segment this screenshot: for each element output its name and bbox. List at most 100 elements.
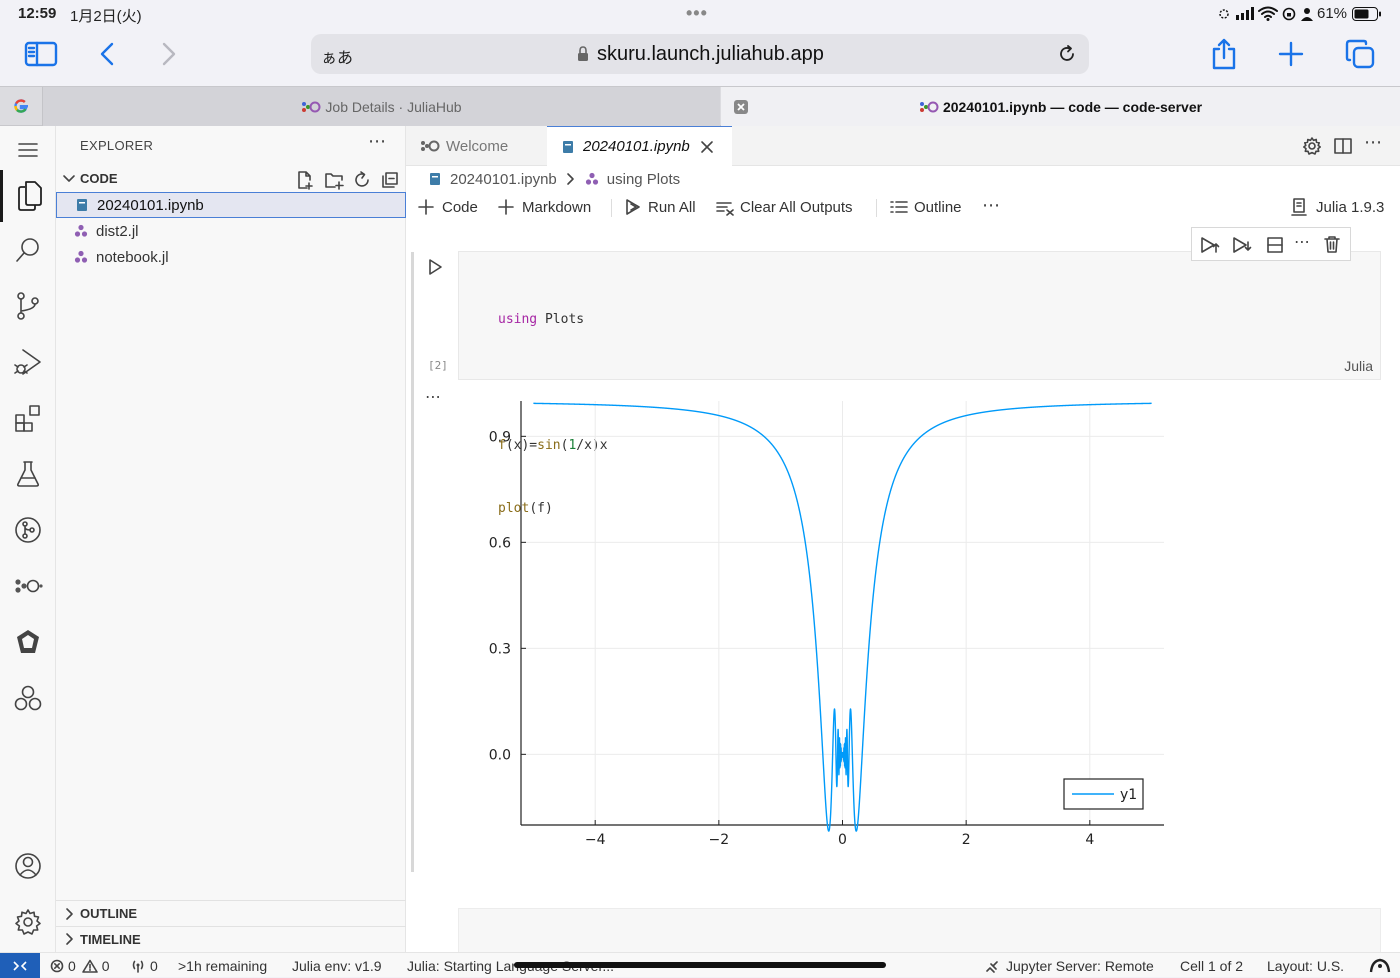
sidebar-toggle-icon[interactable]: [24, 41, 58, 67]
collapse-all-icon[interactable]: [380, 170, 400, 190]
add-markdown-button[interactable]: Markdown: [498, 194, 591, 220]
run-below-icon[interactable]: [1232, 236, 1252, 254]
multitask-dots-icon[interactable]: •••: [686, 3, 708, 24]
folder-name[interactable]: CODE: [80, 171, 118, 186]
address-bar[interactable]: ぁあ skuru.launch.juliahub.app: [311, 34, 1089, 74]
explorer-icon[interactable]: [0, 170, 56, 222]
keyword-token: using: [498, 312, 538, 327]
testing-icon[interactable]: [0, 450, 56, 498]
notifications-icon[interactable]: [1368, 956, 1392, 976]
editor-more-icon[interactable]: ⋯: [1364, 132, 1382, 153]
clear-outputs-label: Clear All Outputs: [740, 198, 853, 216]
forward-icon[interactable]: [160, 41, 178, 67]
run-debug-icon[interactable]: [0, 338, 56, 386]
jupyter-server-status[interactable]: Jupyter Server: Remote: [985, 956, 1154, 976]
extensions-icon[interactable]: [0, 394, 56, 442]
outline-section[interactable]: OUTLINE: [80, 906, 137, 921]
remote-icon[interactable]: [0, 618, 56, 666]
delete-cell-icon[interactable]: [1324, 235, 1340, 253]
file-name: notebook.jl: [96, 248, 169, 266]
split-editor-icon[interactable]: [1333, 136, 1353, 156]
outline-button[interactable]: Outline: [890, 194, 962, 220]
close-tab-icon[interactable]: [734, 100, 748, 114]
new-file-icon[interactable]: [296, 170, 316, 190]
close-icon[interactable]: [700, 140, 714, 154]
activity-bar: [0, 126, 56, 952]
back-icon[interactable]: [98, 41, 116, 67]
google-icon[interactable]: [12, 97, 30, 115]
gear-icon[interactable]: [1302, 136, 1322, 156]
chevron-right-icon[interactable]: [62, 932, 76, 946]
run-cell-icon[interactable]: [426, 258, 444, 276]
julia-icon[interactable]: [0, 562, 56, 610]
timeline-section[interactable]: TIMELINE: [80, 932, 141, 947]
juliahub-icon: [919, 101, 939, 112]
clear-outputs-icon: [716, 202, 734, 216]
tab-code-server[interactable]: 20240101.ipynb — code — code-server: [721, 87, 1400, 126]
toolbar-more-icon[interactable]: ⋯: [982, 195, 1000, 216]
x-tick-label: −4: [585, 832, 606, 848]
status-date: 1月2日(火): [70, 8, 142, 25]
tab-label: 20240101.ipynb: [583, 138, 690, 155]
new-tab-icon[interactable]: [1278, 41, 1304, 67]
code-cell-editor[interactable]: using Plots f(x)=sin(1/x)x plot(f) Julia: [458, 251, 1381, 516]
problems-indicator[interactable]: 0 0: [50, 956, 110, 976]
wifi-icon: [1258, 6, 1278, 21]
reader-text-size-button[interactable]: ぁあ: [321, 44, 353, 68]
kernel-icon: [1291, 198, 1307, 216]
url-text[interactable]: skuru.launch.juliahub.app: [597, 43, 824, 66]
cell-position[interactable]: Cell 1 of 2: [1180, 956, 1243, 976]
julia-file-icon: [74, 224, 88, 237]
menu-icon[interactable]: [0, 126, 56, 174]
account-icon[interactable]: [0, 842, 56, 890]
cell-more-icon[interactable]: ⋯: [1294, 232, 1310, 252]
refresh-icon[interactable]: [352, 170, 372, 190]
git-graph-icon[interactable]: [0, 506, 56, 554]
file-row[interactable]: 20240101.ipynb: [56, 192, 406, 218]
y-tick-label: 0.0: [489, 747, 511, 763]
tab-notebook[interactable]: 20240101.ipynb: [547, 126, 732, 166]
reload-icon[interactable]: [1057, 44, 1077, 64]
keyboard-layout[interactable]: Layout: U.S.: [1267, 956, 1344, 976]
kernel-picker[interactable]: Julia 1.9.3: [1290, 194, 1384, 220]
run-all-button[interactable]: Run All: [624, 194, 696, 220]
remote-indicator[interactable]: [0, 953, 40, 978]
ports-indicator[interactable]: 0: [130, 956, 158, 976]
tab-overview-icon[interactable]: [1345, 39, 1375, 69]
split-cell-icon[interactable]: [1266, 236, 1284, 254]
plus-icon: [498, 199, 514, 215]
julia-env[interactable]: Julia env: v1.9: [292, 956, 382, 976]
add-code-button[interactable]: Code: [418, 194, 478, 220]
tab-label: Welcome: [446, 137, 509, 155]
code-cell-editor[interactable]: [458, 908, 1381, 952]
tab-welcome[interactable]: Welcome: [406, 126, 547, 166]
cell-language[interactable]: Julia: [1344, 358, 1373, 374]
notebook-file-icon: [77, 199, 87, 211]
broadcast-icon: [132, 960, 144, 973]
bubbles-icon[interactable]: [0, 674, 56, 722]
run-above-icon[interactable]: [1200, 236, 1220, 254]
output-more-icon[interactable]: ⋯: [425, 387, 441, 407]
explorer-more-icon[interactable]: ⋯: [368, 131, 386, 152]
tab-job-details[interactable]: Job Details · JuliaHub: [42, 87, 720, 126]
clear-outputs-button[interactable]: Clear All Outputs: [716, 194, 853, 220]
new-folder-icon[interactable]: [324, 170, 344, 190]
time-remaining[interactable]: >1h remaining: [178, 956, 267, 976]
remote-icon: [13, 960, 27, 971]
julia-symbol-icon: [585, 172, 598, 185]
file-row[interactable]: dist2.jl: [56, 218, 406, 244]
settings-gear-icon[interactable]: [0, 898, 56, 946]
chevron-down-icon[interactable]: [62, 172, 76, 186]
file-row[interactable]: notebook.jl: [56, 244, 406, 270]
breadcrumb-file[interactable]: 20240101.ipynb: [450, 171, 557, 188]
share-icon[interactable]: [1210, 38, 1238, 70]
notebook-file-icon: [430, 173, 440, 185]
breadcrumb-symbol[interactable]: using Plots: [607, 171, 680, 188]
editor-area: Welcome 20240101.ipynb ⋯ 20240101.ipynb …: [406, 126, 1400, 952]
list-icon: [890, 201, 908, 213]
source-control-icon[interactable]: [0, 282, 56, 330]
ports-count: 0: [150, 958, 158, 974]
home-indicator[interactable]: [514, 962, 886, 968]
chevron-right-icon[interactable]: [62, 907, 76, 921]
search-icon[interactable]: [0, 226, 56, 274]
